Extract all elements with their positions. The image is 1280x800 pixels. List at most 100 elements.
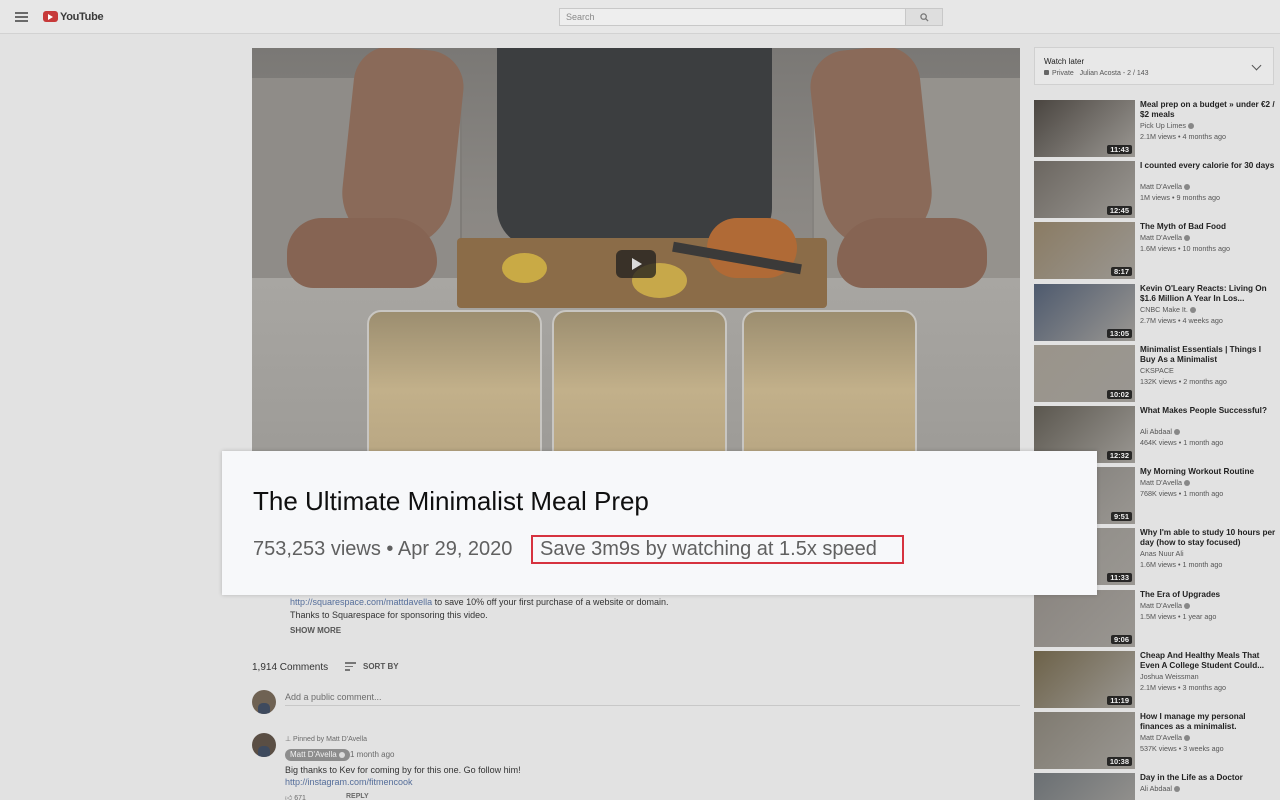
video-thumbnail[interactable] xyxy=(1034,773,1135,800)
play-button[interactable] xyxy=(616,250,656,278)
like-count-value: 671 xyxy=(294,795,306,800)
meal-container xyxy=(552,310,727,468)
user-avatar xyxy=(252,690,276,714)
channel-name: Matt D'Avella xyxy=(1140,478,1182,487)
recommendation-title[interactable]: Minimalist Essentials | Things I Buy As … xyxy=(1140,345,1278,365)
channel-name: Ali Abdaal xyxy=(1140,784,1172,793)
recommendation-title[interactable]: My Morning Workout Routine xyxy=(1140,467,1278,477)
lock-icon xyxy=(1044,70,1049,75)
menu-icon[interactable] xyxy=(15,12,28,22)
description-link[interactable]: http://squarespace.com/mattdavella xyxy=(290,597,432,607)
recommendation-item[interactable]: 13:05 Kevin O'Leary Reacts: Living On $1.… xyxy=(1034,284,1278,341)
top-header: YouTube Search xyxy=(0,0,1280,34)
recommendation-title[interactable]: I counted every calorie for 30 days xyxy=(1140,161,1278,171)
video-duration: 10:02 xyxy=(1106,390,1132,399)
recommendation-item[interactable]: 12:45 I counted every calorie for 30 days… xyxy=(1034,161,1278,218)
comment-link[interactable]: http://instagram.com/fitmencook xyxy=(285,777,413,787)
recommendation-title[interactable]: How I manage my personal finances as a m… xyxy=(1140,712,1278,732)
sort-icon[interactable] xyxy=(345,662,356,671)
recommendation-title[interactable]: Meal prep on a budget » under €2 / $2 me… xyxy=(1140,100,1278,120)
verified-icon xyxy=(1187,122,1194,129)
recommendation-item[interactable]: 10:38 How I manage my personal finances a… xyxy=(1034,712,1278,769)
commenter-avatar[interactable] xyxy=(252,733,276,757)
recommendation-channel[interactable]: Anas Nuur Ali xyxy=(1140,549,1184,558)
recommendation-title[interactable]: Day in the Life as a Doctor xyxy=(1140,773,1278,783)
video-thumbnail[interactable]: 11:19 xyxy=(1034,651,1135,708)
recommendation-channel[interactable]: CKSPACE xyxy=(1140,366,1174,375)
chevron-down-icon[interactable] xyxy=(1251,60,1262,71)
recommendation-meta: 768K views • 1 month ago xyxy=(1140,489,1224,498)
channel-name: Matt D'Avella xyxy=(1140,233,1182,242)
add-comment-input[interactable]: Add a public comment... xyxy=(285,692,1020,706)
recommendation-channel[interactable]: CNBC Make It. xyxy=(1140,305,1196,314)
channel-name: Joshua Weissman xyxy=(1140,672,1199,681)
logo-text[interactable]: YouTube xyxy=(60,11,104,23)
comment-age[interactable]: 1 month ago xyxy=(350,750,394,759)
description-thanks: Thanks to Squarespace for sponsoring thi… xyxy=(290,610,488,620)
recommendation-channel[interactable]: Ali Abdaal xyxy=(1140,427,1180,436)
recommendation-channel[interactable]: Matt D'Avella xyxy=(1140,733,1190,742)
recommendation-meta: 2.1M views • 4 months ago xyxy=(1140,132,1227,141)
description-text: to save 10% off your first purchase of a… xyxy=(432,597,669,607)
video-duration: 12:45 xyxy=(1106,206,1132,215)
video-duration: 8:17 xyxy=(1110,267,1132,276)
video-thumbnail[interactable]: 11:43 xyxy=(1034,100,1135,157)
comment-author-chip[interactable]: Matt D'Avella xyxy=(285,749,350,761)
recommendation-title[interactable]: Kevin O'Leary Reacts: Living On $1.6 Mil… xyxy=(1140,284,1278,304)
video-thumbnail[interactable]: 9:06 xyxy=(1034,590,1135,647)
recommendation-title[interactable]: The Era of Upgrades xyxy=(1140,590,1278,600)
youtube-page: YouTube Search http://squarespace.com/ma… xyxy=(0,0,1280,800)
recommendation-meta: 1.6M views • 1 month ago xyxy=(1140,560,1223,569)
recommendation-channel[interactable]: Matt D'Avella xyxy=(1140,182,1190,191)
channel-name: Matt D'Avella xyxy=(1140,601,1182,610)
sort-by-button[interactable]: SORT BY xyxy=(363,662,399,671)
recommendation-title[interactable]: Why I'm able to study 10 hours per day (… xyxy=(1140,528,1278,548)
recommendation-item[interactable]: Day in the Life as a Doctor Ali Abdaal xyxy=(1034,773,1278,800)
comments-count: 1,914 Comments xyxy=(252,662,329,673)
video-thumbnail[interactable]: 12:45 xyxy=(1034,161,1135,218)
video-thumbnail[interactable]: 13:05 xyxy=(1034,284,1135,341)
video-thumbnail[interactable]: 10:38 xyxy=(1034,712,1135,769)
recommendation-channel[interactable]: Joshua Weissman xyxy=(1140,672,1199,681)
pinned-label: ⊥ Pinned by Matt D'Avella xyxy=(285,735,367,743)
search-icon xyxy=(920,13,929,22)
video-thumbnail[interactable]: 8:17 xyxy=(1034,222,1135,279)
thumbs-up-icon: 👍︎ xyxy=(285,795,295,800)
recommendation-channel[interactable]: Matt D'Avella xyxy=(1140,601,1190,610)
recommendation-channel[interactable]: Matt D'Avella xyxy=(1140,478,1190,487)
recommendation-title[interactable]: Cheap And Healthy Meals That Even A Coll… xyxy=(1140,651,1278,671)
search-input[interactable]: Search xyxy=(559,8,906,26)
speed-saving-overlay: The Ultimate Minimalist Meal Prep 753,25… xyxy=(222,451,1097,595)
view-count: 753,253 views xyxy=(253,538,381,560)
verified-icon xyxy=(1183,602,1190,609)
watch-later-playlist[interactable]: Watch later Private Julian Acosta - 2 / … xyxy=(1034,47,1274,85)
recommendation-channel[interactable]: Pick Up Limes xyxy=(1140,121,1194,130)
comment-author: Matt D'Avella xyxy=(290,750,337,759)
stats-separator: • xyxy=(380,538,398,560)
search-button[interactable] xyxy=(905,8,943,26)
recommendation-item[interactable]: 10:02 Minimalist Essentials | Things I Bu… xyxy=(1034,345,1278,402)
recommendation-title[interactable]: What Makes People Successful? xyxy=(1140,406,1278,416)
recommendation-item[interactable]: 8:17 The Myth of Bad Food Matt D'Avella 1.6… xyxy=(1034,222,1278,279)
video-title: The Ultimate Minimalist Meal Prep xyxy=(253,486,649,516)
video-player[interactable] xyxy=(252,48,1020,468)
recommendation-channel[interactable]: Ali Abdaal xyxy=(1140,784,1180,793)
reply-button[interactable]: REPLY xyxy=(346,793,369,800)
recommendation-title[interactable]: The Myth of Bad Food xyxy=(1140,222,1278,232)
recommendation-meta: 1.5M views • 1 year ago xyxy=(1140,612,1217,621)
meal-container xyxy=(742,310,917,468)
channel-name: Pick Up Limes xyxy=(1140,121,1186,130)
video-duration: 13:05 xyxy=(1106,329,1132,338)
youtube-logo-icon[interactable] xyxy=(43,11,58,22)
video-duration: 11:19 xyxy=(1107,696,1132,705)
video-thumbnail[interactable]: 10:02 xyxy=(1034,345,1135,402)
recommendation-item[interactable]: 11:43 Meal prep on a budget » under €2 / … xyxy=(1034,100,1278,157)
recommendation-meta: 1.6M views • 10 months ago xyxy=(1140,244,1231,253)
recommendation-meta: 537K views • 3 weeks ago xyxy=(1140,744,1224,753)
video-stats: 753,253 views • Apr 29, 2020 xyxy=(253,538,512,561)
like-count[interactable]: 👍︎ 671 xyxy=(285,793,306,800)
recommendation-channel[interactable]: Matt D'Avella xyxy=(1140,233,1190,242)
recommendation-item[interactable]: 11:19 Cheap And Healthy Meals That Even A… xyxy=(1034,651,1278,708)
recommendation-item[interactable]: 9:06 The Era of Upgrades Matt D'Avella 1.5M… xyxy=(1034,590,1278,647)
show-more-button[interactable]: SHOW MORE xyxy=(290,626,341,635)
